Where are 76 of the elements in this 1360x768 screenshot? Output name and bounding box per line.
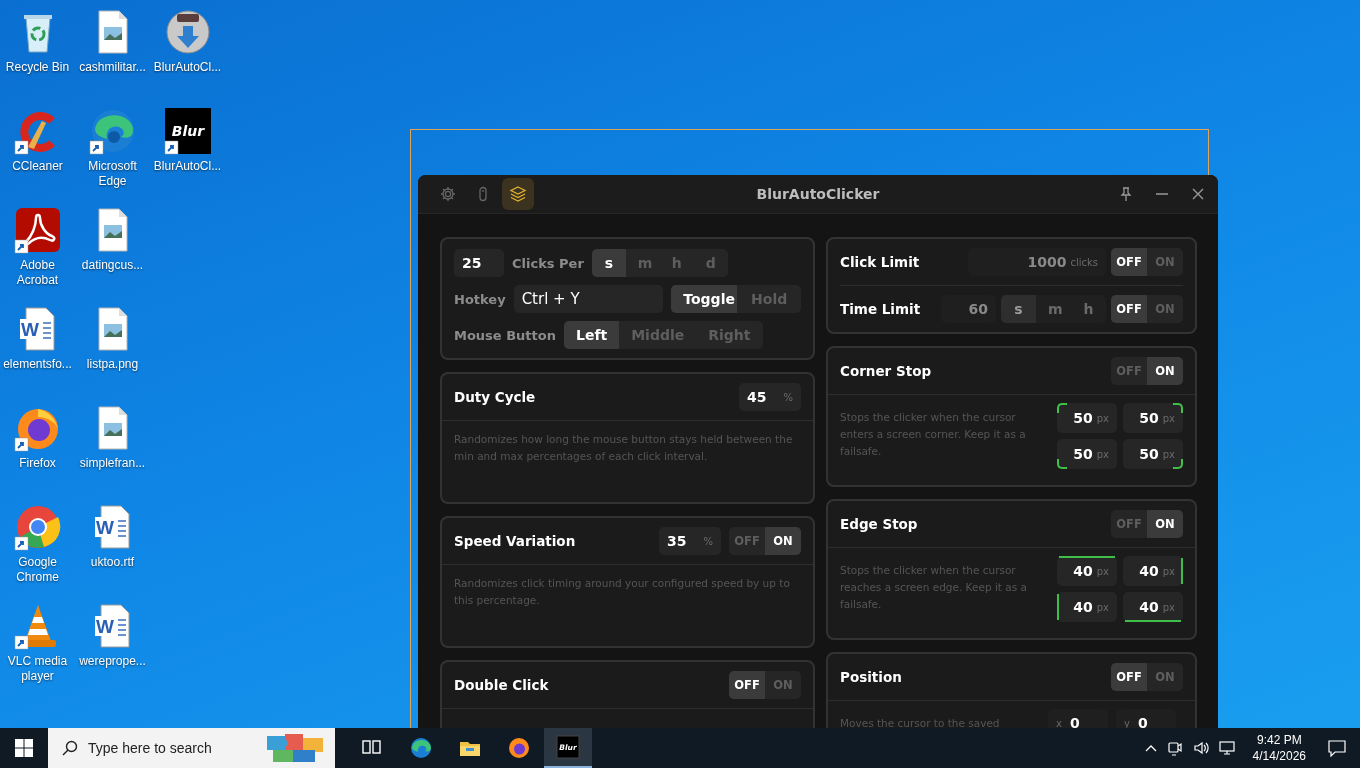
- number-field[interactable]: 50 px: [1057, 439, 1117, 469]
- desktop-icon-label: wereprope...: [78, 654, 147, 669]
- hotkey-field[interactable]: Ctrl + Y: [513, 285, 664, 313]
- desktop-icon-label: listpa.png: [85, 357, 140, 372]
- desktop-icon-label: simplefran...: [78, 456, 147, 471]
- volume-icon[interactable]: [1192, 740, 1209, 756]
- segment-option[interactable]: Toggle: [671, 285, 738, 313]
- desktop-icon-label: cashmilitar...: [78, 60, 147, 75]
- number-field[interactable]: 40 px: [1123, 556, 1183, 586]
- search-icon: [62, 740, 78, 756]
- search-field[interactable]: Type here to search: [48, 728, 335, 768]
- number-field[interactable]: 50 px: [1123, 403, 1183, 433]
- app-logo-icon[interactable]: Blur: [163, 107, 212, 155]
- number-field[interactable]: 1000 clicks: [968, 248, 1106, 276]
- desktop-icon-label: Adobe Acrobat: [15, 258, 60, 288]
- browser-icon[interactable]: [88, 107, 137, 155]
- panel-title: Position: [840, 669, 902, 685]
- field-label: Clicks Per: [512, 255, 584, 271]
- number-field[interactable]: 50 px: [1057, 403, 1117, 433]
- close-icon[interactable]: [1192, 188, 1204, 200]
- desktop-icon-label: CCleaner: [11, 159, 64, 174]
- notification-icon[interactable]: [1328, 739, 1346, 757]
- segment-option[interactable]: s: [1001, 295, 1036, 323]
- number-field[interactable]: 60: [941, 295, 996, 323]
- camera-icon[interactable]: [1166, 740, 1183, 756]
- desktop-icon-label: Recycle Bin: [4, 60, 71, 75]
- desktop-icon-label: Firefox: [18, 456, 57, 471]
- panel-title: Click Limit: [840, 254, 920, 270]
- off-option[interactable]: OFF: [1111, 248, 1147, 276]
- desktop-icon-label: elementsfo...: [2, 357, 73, 372]
- panel-title: Speed Variation: [454, 533, 576, 549]
- desktop-icon-label: Google Chrome: [15, 555, 60, 585]
- x-field[interactable]: x 0: [1048, 709, 1108, 728]
- panel-title: Edge Stop: [840, 516, 918, 532]
- on-option[interactable]: ON: [1147, 357, 1183, 385]
- number-field[interactable]: 40 px: [1057, 556, 1117, 586]
- segment-option[interactable]: s: [591, 249, 626, 277]
- panel-title: Time Limit: [840, 301, 921, 317]
- desktop-icon-label: uktoo.rtf: [89, 555, 136, 570]
- segment-option[interactable]: Left: [564, 321, 620, 349]
- field-label: Mouse Button: [454, 327, 556, 343]
- desktop-icon-label: datingcus...: [80, 258, 145, 273]
- start-icon[interactable]: [15, 739, 33, 757]
- desktop-icon-label: BlurAutoCl...: [152, 159, 223, 174]
- panel-title: Duty Cycle: [454, 389, 536, 405]
- number-field[interactable]: 50 px: [1123, 439, 1183, 469]
- browser-icon: [507, 736, 531, 760]
- number-field[interactable]: 40 px: [1057, 592, 1117, 622]
- desktop-icon-label: Microsoft Edge: [87, 159, 138, 189]
- pin-icon[interactable]: [1120, 187, 1132, 201]
- off-option[interactable]: OFF: [1111, 295, 1147, 323]
- on-option[interactable]: ON: [1147, 510, 1183, 538]
- on-option[interactable]: ON: [765, 527, 801, 555]
- layers-icon: [509, 185, 527, 203]
- off-option[interactable]: OFF: [1111, 663, 1147, 691]
- pdf-icon[interactable]: [13, 206, 62, 254]
- desktop-icon-label: BlurAutoCl...: [152, 60, 223, 75]
- clock[interactable]: 9:42 PM 4/14/2026: [1252, 732, 1306, 764]
- installer-icon[interactable]: [163, 8, 212, 56]
- chevron-up-icon[interactable]: [1144, 744, 1157, 752]
- field-label: Hotkey: [454, 291, 506, 307]
- desktop-icon-label: VLC media player: [6, 654, 69, 684]
- y-field[interactable]: y 0: [1116, 709, 1176, 728]
- network-icon[interactable]: [1218, 740, 1237, 756]
- panel-title: Corner Stop: [840, 363, 932, 379]
- toolbar-tab[interactable]: [502, 178, 534, 210]
- panel-title: Double Click: [454, 677, 549, 693]
- window-title: BlurAutoClicker: [756, 186, 880, 202]
- number-field[interactable]: 40 px: [1123, 592, 1183, 622]
- settings-icon: [439, 185, 457, 203]
- number-field[interactable]: 35 %: [659, 527, 721, 555]
- browser-icon: [409, 736, 433, 760]
- off-option[interactable]: OFF: [729, 671, 765, 699]
- browser-icon[interactable]: [13, 503, 62, 551]
- number-field[interactable]: 25: [454, 249, 504, 277]
- number-field[interactable]: 45 %: [739, 383, 801, 411]
